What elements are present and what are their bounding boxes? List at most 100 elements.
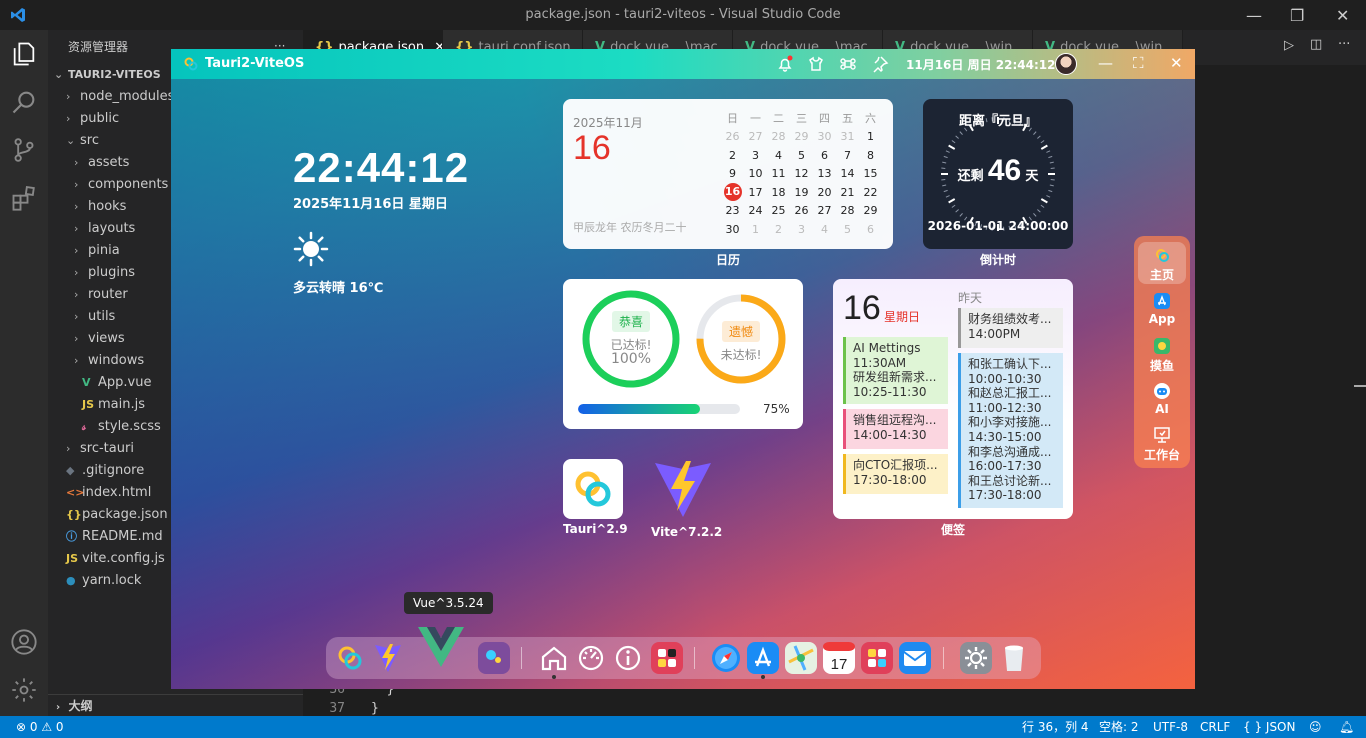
dock-tauri-icon[interactable] bbox=[334, 642, 366, 674]
calendar-widget[interactable]: 2025年11月 16 甲辰龙年 农历冬月二十 日一二三四五六 26 27 28 29 3… bbox=[563, 99, 893, 249]
calendar-date-cell[interactable]: 7 bbox=[836, 146, 859, 165]
calendar-date-cell[interactable]: 24 bbox=[744, 202, 767, 221]
notifications-icon[interactable]: 🔔︎ bbox=[1339, 716, 1354, 738]
dock-calendar-icon[interactable]: 17 bbox=[823, 642, 855, 674]
app-close-icon[interactable]: ✕ bbox=[1170, 54, 1183, 72]
calendar-date-cell[interactable]: 30 bbox=[721, 220, 744, 239]
calendar-date-cell[interactable]: 20 bbox=[813, 183, 836, 202]
notes-widget[interactable]: 16 星期日 昨天 AI Mettings 11:30AM 研发组新需求... 10:… bbox=[833, 279, 1073, 519]
split-editor-icon[interactable]: ◫ bbox=[1310, 37, 1322, 52]
calendar-date-cell[interactable]: 27 bbox=[813, 202, 836, 221]
restore-icon[interactable]: ❐ bbox=[1290, 6, 1304, 25]
calendar-date-cell[interactable]: 14 bbox=[836, 165, 859, 184]
calendar-date-cell[interactable]: 22 bbox=[859, 183, 882, 202]
calendar-date-cell[interactable]: 15 bbox=[859, 165, 882, 184]
goal-progress-widget[interactable]: 恭喜 已达标! 100% 遗憾 未达标! 75% bbox=[563, 279, 803, 429]
dock-vite-icon[interactable] bbox=[372, 642, 404, 674]
source-control-icon[interactable] bbox=[10, 136, 38, 164]
calendar-date-cell[interactable]: 10 bbox=[744, 165, 767, 184]
nav-workbench[interactable]: 工作台 bbox=[1134, 426, 1190, 463]
calendar-date-cell[interactable]: 4 bbox=[767, 146, 790, 165]
file-encoding[interactable]: UTF-8 bbox=[1153, 716, 1188, 738]
app-icon-vite[interactable]: Vite^7.2.2 bbox=[651, 459, 722, 539]
shirt-skin-icon[interactable] bbox=[807, 55, 825, 73]
calendar-date-cell[interactable]: 26 bbox=[721, 128, 744, 147]
nav-home[interactable]: 主页 bbox=[1134, 246, 1190, 283]
calendar-date-cell[interactable]: 21 bbox=[836, 183, 859, 202]
calendar-date-cell[interactable]: 19 bbox=[790, 183, 813, 202]
calendar-date-cell[interactable]: 9 bbox=[721, 165, 744, 184]
calendar-date-cell[interactable]: 2 bbox=[767, 220, 790, 239]
close-icon[interactable]: ✕ bbox=[1336, 6, 1349, 25]
calendar-date-cell[interactable]: 18 bbox=[767, 183, 790, 202]
calendar-date-cell[interactable]: 3 bbox=[744, 146, 767, 165]
note-card[interactable]: 和张工确认下... 10:00-10:30 和赵总汇报工... 11:00-12:30… bbox=[958, 353, 1063, 508]
calendar-date-cell[interactable]: 1 bbox=[859, 128, 882, 147]
calendar-date-cell[interactable]: 30 bbox=[813, 128, 836, 147]
note-card[interactable]: AI Mettings 11:30AM 研发组新需求... 10:25-11:30 bbox=[843, 337, 948, 404]
calendar-date-cell[interactable]: 4 bbox=[813, 220, 836, 239]
calendar-date-cell[interactable]: 5 bbox=[836, 220, 859, 239]
calendar-date-cell[interactable]: 31 bbox=[836, 128, 859, 147]
calendar-date-cell[interactable]: 28 bbox=[836, 202, 859, 221]
calendar-date-cell[interactable]: 2 bbox=[721, 146, 744, 165]
scrollbar-thumb[interactable] bbox=[1354, 385, 1366, 387]
user-avatar[interactable] bbox=[1055, 53, 1077, 75]
calendar-date-cell[interactable]: 28 bbox=[767, 128, 790, 147]
run-icon[interactable]: ▷ bbox=[1284, 38, 1294, 53]
calendar-date-cell[interactable]: 13 bbox=[813, 165, 836, 184]
calendar-date-cell[interactable]: 12 bbox=[790, 165, 813, 184]
line-ending[interactable]: CRLF bbox=[1200, 716, 1230, 738]
note-card[interactable]: 向CTO汇报项... 17:30-18:00 bbox=[843, 454, 948, 494]
nav-app[interactable]: App bbox=[1134, 292, 1190, 326]
calendar-date-cell[interactable]: 26 bbox=[790, 202, 813, 221]
calendar-date-cell[interactable]: 29 bbox=[859, 202, 882, 221]
note-card[interactable]: 销售组远程沟... 14:00-14:30 bbox=[843, 409, 948, 449]
minimize-icon[interactable]: — bbox=[1246, 6, 1262, 25]
dock-vue-icon[interactable] bbox=[416, 623, 466, 673]
nav-fish[interactable]: 摸鱼 bbox=[1134, 337, 1190, 374]
note-card[interactable]: 财务组绩效考... 14:00PM bbox=[958, 308, 1063, 348]
dock-game-icon[interactable] bbox=[478, 642, 510, 674]
calendar-date-cell[interactable]: 27 bbox=[744, 128, 767, 147]
explorer-icon[interactable] bbox=[10, 40, 38, 68]
nav-ai[interactable]: AI bbox=[1134, 382, 1190, 416]
dock-maps-icon[interactable] bbox=[785, 642, 817, 674]
dock-appstore-icon[interactable] bbox=[747, 642, 779, 674]
calendar-date-cell[interactable]: 3 bbox=[790, 220, 813, 239]
problems-count[interactable]: ⊗ 0 ⚠ 0 bbox=[16, 716, 64, 738]
dock-home-icon[interactable] bbox=[538, 642, 570, 674]
feedback-icon[interactable]: ☺ bbox=[1309, 716, 1322, 738]
dock-widgets-icon[interactable] bbox=[861, 642, 893, 674]
calendar-date-cell[interactable]: 6 bbox=[813, 146, 836, 165]
app-maximize-icon[interactable]: ⛶ bbox=[1133, 54, 1144, 72]
dock-settings-icon[interactable] bbox=[960, 642, 992, 674]
account-icon[interactable] bbox=[10, 628, 38, 656]
dock-mail-icon[interactable] bbox=[899, 642, 931, 674]
cursor-position[interactable]: 行 36，列 4 bbox=[1022, 716, 1089, 738]
calendar-date-cell[interactable]: 16 bbox=[721, 183, 744, 202]
calendar-date-cell[interactable]: 17 bbox=[744, 183, 767, 202]
calendar-date-cell[interactable]: 11 bbox=[767, 165, 790, 184]
dock-apps-icon[interactable] bbox=[651, 642, 683, 674]
more-actions-icon[interactable]: ··· bbox=[1338, 37, 1350, 52]
calendar-date-cell[interactable]: 5 bbox=[790, 146, 813, 165]
notification-bell-icon[interactable] bbox=[776, 55, 794, 73]
extensions-icon[interactable] bbox=[10, 184, 38, 212]
settings-gear-icon[interactable] bbox=[10, 676, 38, 704]
dock-safari-icon[interactable] bbox=[710, 642, 742, 674]
dock-trash-icon[interactable] bbox=[998, 642, 1030, 674]
calendar-date-cell[interactable]: 29 bbox=[790, 128, 813, 147]
app-minimize-icon[interactable]: — bbox=[1098, 54, 1113, 72]
dock-dashboard-icon[interactable] bbox=[575, 642, 607, 674]
outline-section[interactable]: › 大纲 bbox=[48, 694, 303, 716]
command-icon[interactable] bbox=[839, 55, 857, 73]
calendar-date-cell[interactable]: 23 bbox=[721, 202, 744, 221]
calendar-date-cell[interactable]: 6 bbox=[859, 220, 882, 239]
calendar-date-cell[interactable]: 1 bbox=[744, 220, 767, 239]
countdown-widget[interactable]: 距离『元旦』 还剩 46 天 2026-01-01 24:00:00 bbox=[923, 99, 1073, 249]
indent-spaces[interactable]: 空格: 2 bbox=[1099, 716, 1139, 738]
app-icon-tauri[interactable]: Tauri^2.9 bbox=[563, 459, 628, 536]
calendar-date-cell[interactable]: 8 bbox=[859, 146, 882, 165]
search-icon[interactable] bbox=[10, 88, 38, 116]
